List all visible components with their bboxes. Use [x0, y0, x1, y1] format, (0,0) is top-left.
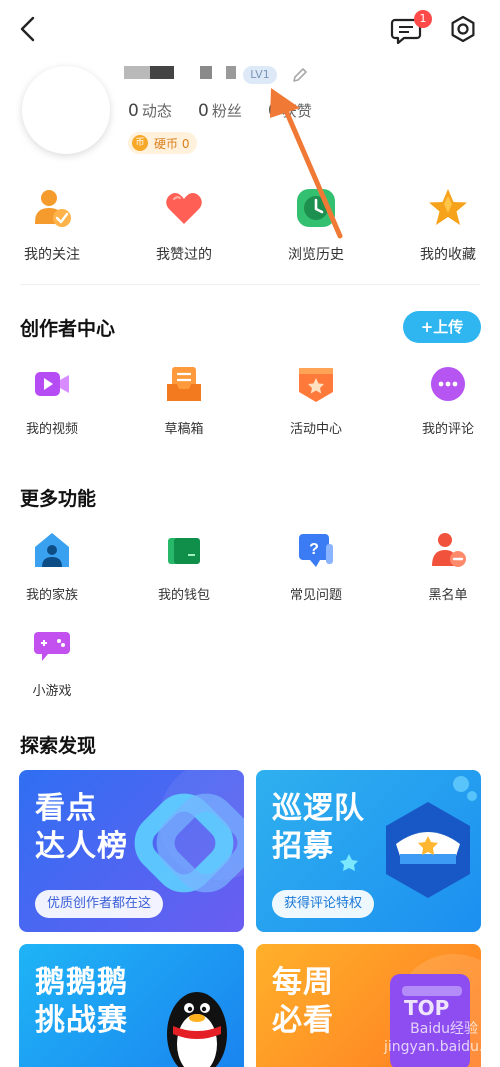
card-title: 看点 达人榜 [35, 790, 128, 866]
card-title-line: 招募 [272, 829, 334, 864]
settings-gear-icon[interactable] [448, 14, 478, 44]
stat-likes[interactable]: 0 获赞 [268, 100, 312, 121]
card-title-line: 挑战赛 [35, 1003, 128, 1038]
grid-label: 常见问题 [289, 588, 342, 603]
feature-item-minigames[interactable]: 小游戏 [0, 626, 112, 699]
explore-card-weekly[interactable]: TOP 每周 必看 Baidu经验 jingyan.baidu.com [256, 944, 481, 1067]
coin-icon: 币 [132, 135, 148, 151]
quick-liked[interactable]: 我赞过的 [124, 186, 244, 264]
gamepad-icon [34, 632, 70, 661]
card-title-line: 巡逻队 [272, 791, 365, 826]
stat-count: 0 [198, 101, 209, 121]
notification-badge: 1 [414, 10, 432, 28]
star-icon [429, 189, 467, 225]
quick-favorites[interactable]: 我的收藏 [388, 186, 500, 264]
quick-label: 我赞过的 [156, 247, 212, 263]
wallet-icon [168, 538, 200, 564]
coin-badge[interactable]: 币 硬币 0 [128, 132, 198, 154]
explore-card-challenge[interactable]: 鹅鹅鹅 挑战赛 [19, 944, 244, 1067]
card-subtitle-pill: 获得评论特权 [272, 890, 375, 918]
stat-label: 动态 [141, 102, 172, 120]
grid-label: 草稿箱 [164, 422, 204, 437]
creator-item-activity[interactable]: 活动中心 [256, 364, 376, 437]
quick-label: 我的收藏 [420, 247, 476, 263]
stat-count: 0 [268, 101, 279, 121]
card-title-line: 看点 [35, 791, 97, 826]
card-title-line: 鹅鹅鹅 [35, 965, 128, 1000]
activity-badge-icon [299, 368, 333, 402]
faq-icon: ? [299, 534, 333, 567]
grid-label: 黑名单 [428, 588, 468, 603]
grid-label: 我的家族 [25, 588, 78, 603]
grid-label: 我的评论 [421, 422, 474, 437]
edit-pencil-icon[interactable] [290, 65, 310, 85]
comment-dots-icon [431, 367, 465, 401]
user-follow-icon [35, 190, 71, 227]
blocklist-icon [432, 533, 466, 567]
svg-text:?: ? [309, 541, 319, 558]
creator-item-comments[interactable]: 我的评论 [388, 364, 500, 437]
card-title-line: 每周 [272, 965, 334, 1000]
avatar[interactable] [22, 66, 110, 154]
drafts-icon [167, 367, 201, 401]
video-camera-icon [35, 372, 69, 396]
quick-label: 浏览历史 [288, 247, 344, 263]
family-house-icon [35, 533, 69, 567]
card-title: 巡逻队 招募 [272, 790, 365, 866]
feature-item-wallet[interactable]: 我的钱包 [124, 530, 244, 603]
feature-item-family[interactable]: 我的家族 [0, 530, 112, 603]
grid-label: 我的视频 [25, 422, 78, 437]
divider [20, 284, 480, 285]
redaction-block [150, 66, 174, 79]
quick-history[interactable]: 浏览历史 [256, 186, 376, 264]
grid-label: 活动中心 [289, 422, 342, 437]
explore-card-rankings[interactable]: 看点 达人榜 优质创作者都在这 [19, 770, 244, 932]
stat-posts[interactable]: 0 动态 [128, 100, 172, 121]
quick-label: 我的关注 [24, 247, 80, 263]
level-badge: LV1 [243, 66, 277, 84]
grid-label: 小游戏 [32, 684, 72, 699]
quick-follow[interactable]: 我的关注 [0, 186, 112, 264]
feature-item-faq[interactable]: ? 常见问题 [256, 530, 376, 603]
coin-label: 硬币 0 [154, 136, 190, 151]
redaction-block [124, 66, 150, 79]
section-title-creator: 创作者中心 [20, 318, 116, 340]
explore-card-patrol[interactable]: 巡逻队 招募 获得评论特权 [256, 770, 481, 932]
grid-label: 我的钱包 [157, 588, 210, 603]
creator-item-videos[interactable]: 我的视频 [0, 364, 112, 437]
section-title-more: 更多功能 [20, 488, 97, 510]
redaction-block [200, 66, 212, 79]
top-bar: 1 [0, 0, 500, 60]
stat-label: 获赞 [281, 102, 312, 120]
card-title: 鹅鹅鹅 挑战赛 [35, 964, 128, 1040]
top-badge-text: TOP [404, 996, 450, 1020]
creator-item-drafts[interactable]: 草稿箱 [124, 364, 244, 437]
back-arrow-icon[interactable] [14, 14, 44, 44]
feature-item-blocklist[interactable]: 黑名单 [388, 530, 500, 603]
clock-history-icon [297, 189, 335, 227]
heart-icon [166, 193, 202, 224]
watermark: Baidu经验 jingyan.baidu.com [384, 1021, 481, 1055]
stat-count: 0 [128, 101, 139, 121]
upload-button[interactable]: +上传 [403, 311, 481, 343]
card-title-line: 达人榜 [35, 829, 128, 864]
stat-fans[interactable]: 0 粉丝 [198, 100, 242, 121]
stat-label: 粉丝 [211, 102, 242, 120]
section-title-explore: 探索发现 [20, 735, 97, 757]
redaction-block [226, 66, 236, 79]
card-subtitle-pill: 优质创作者都在这 [35, 890, 164, 918]
card-title-line: 必看 [272, 1003, 334, 1038]
card-title: 每周 必看 [272, 964, 334, 1040]
